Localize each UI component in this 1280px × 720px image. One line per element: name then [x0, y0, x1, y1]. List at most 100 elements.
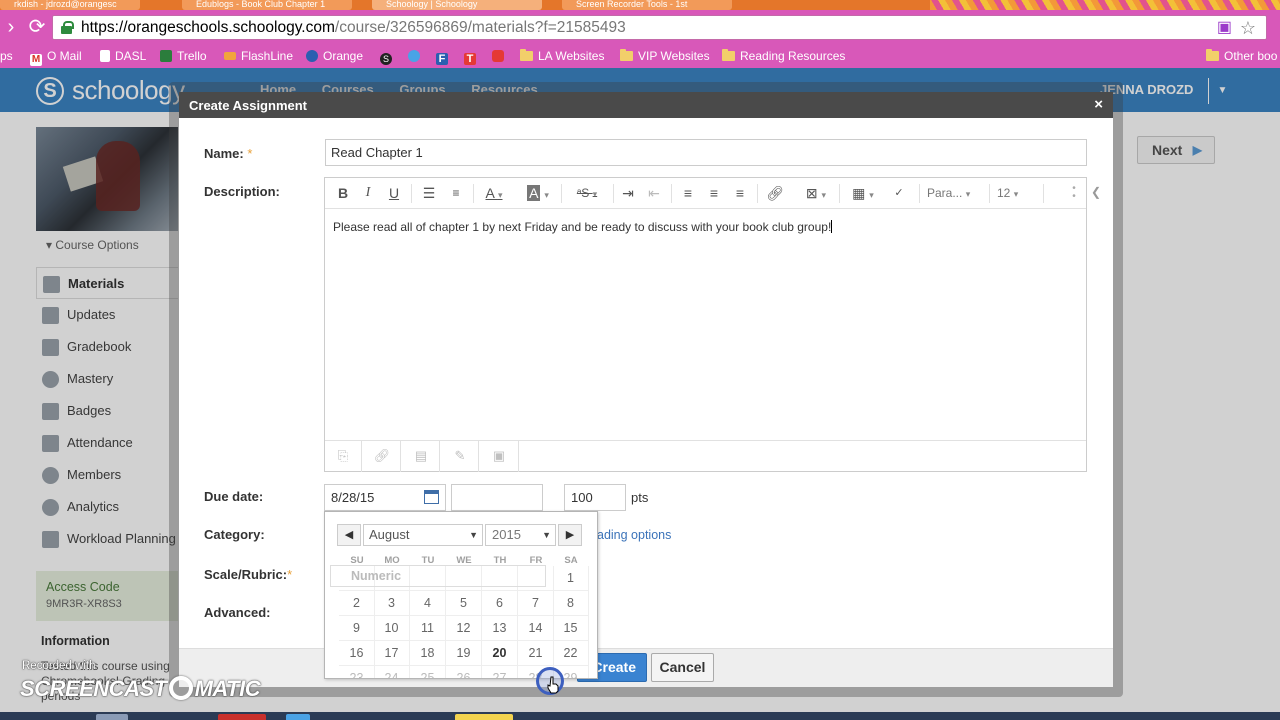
- insert-media-icon[interactable]: ⊠ ▾: [799, 185, 833, 201]
- assignment-name-input[interactable]: [325, 139, 1087, 166]
- prev-month-button[interactable]: ◀: [337, 524, 361, 546]
- table-icon[interactable]: ▦ ▾: [847, 185, 879, 201]
- bookmark-folder-other[interactable]: Other boo: [1206, 48, 1277, 64]
- outdent-icon[interactable]: ⇤: [645, 185, 663, 201]
- bookmark-facebook[interactable]: F: [436, 48, 453, 65]
- bookmark-t[interactable]: T: [464, 48, 481, 65]
- bookmark-orange[interactable]: Orange: [306, 48, 363, 64]
- calendar-day[interactable]: 25: [410, 666, 446, 678]
- calendar-day[interactable]: 16: [339, 641, 375, 666]
- grading-options-link[interactable]: ading options: [597, 528, 671, 542]
- due-time-input[interactable]: [451, 484, 543, 511]
- more-icon[interactable]: • •: [1069, 184, 1079, 202]
- collapse-arrow-icon[interactable]: ❮: [1091, 185, 1101, 199]
- calendar-day[interactable]: 4: [410, 591, 446, 616]
- calendar-day[interactable]: 2: [339, 591, 375, 616]
- calendar-day[interactable]: 6: [482, 591, 518, 616]
- font-color-icon[interactable]: A ▾: [481, 185, 507, 201]
- calendar-day[interactable]: 14: [518, 616, 554, 641]
- calendar-day[interactable]: 12: [446, 616, 482, 641]
- strikethrough-icon[interactable]: ᵃS ▾: [569, 185, 605, 201]
- gmail-icon: M: [30, 54, 42, 66]
- extension-icon[interactable]: ▣: [1217, 19, 1232, 37]
- calendar-day[interactable]: 27: [482, 666, 518, 678]
- highlight-color-icon[interactable]: A ▾: [525, 185, 551, 201]
- toolbar-divider: [518, 441, 519, 472]
- bookmark-schoology[interactable]: S: [380, 48, 397, 65]
- calendar-day[interactable]: 24: [374, 666, 410, 678]
- attach-link-icon[interactable]: 🔗︎: [373, 448, 391, 464]
- calendar-day[interactable]: 10: [374, 616, 410, 641]
- toolbar-divider: [478, 441, 479, 472]
- attach-resource-icon[interactable]: ▤: [412, 448, 430, 464]
- italic-button[interactable]: I: [361, 185, 375, 201]
- calendar-day[interactable]: 13: [482, 616, 518, 641]
- font-size-select[interactable]: 12 ▾: [997, 185, 1027, 201]
- calendar-day[interactable]: 8: [553, 591, 589, 616]
- taskbar-item[interactable]: [286, 714, 310, 720]
- bookmark-youtube[interactable]: [492, 48, 509, 64]
- calendar-day[interactable]: 7: [518, 591, 554, 616]
- attach-external-icon[interactable]: ▣: [490, 448, 508, 464]
- calendar-day[interactable]: 11: [410, 616, 446, 641]
- bookmark-flashline[interactable]: FlashLine: [224, 48, 293, 64]
- bullet-list-icon[interactable]: ☰: [420, 185, 438, 201]
- align-left-icon[interactable]: ≡: [679, 185, 697, 201]
- browser-tab[interactable]: Screen Recorder Tools - 1st: [562, 0, 732, 10]
- underline-button[interactable]: U: [387, 185, 401, 201]
- scale-select[interactable]: Numeric: [330, 565, 546, 587]
- attach-tool-icon[interactable]: ✎: [451, 448, 469, 464]
- calendar-day[interactable]: 22: [553, 641, 589, 666]
- link-icon[interactable]: 🔗︎: [765, 185, 785, 201]
- bookmark-dasl[interactable]: DASL: [100, 48, 146, 64]
- calendar-day[interactable]: 15: [553, 616, 589, 641]
- taskbar-item[interactable]: [455, 714, 513, 720]
- toolbar-divider: [411, 184, 412, 203]
- calendar-day[interactable]: 1: [553, 566, 589, 591]
- trello-icon: [160, 50, 172, 62]
- calendar-day[interactable]: 21: [518, 641, 554, 666]
- calendar-day[interactable]: 3: [374, 591, 410, 616]
- bold-button[interactable]: B: [335, 185, 351, 201]
- year-select[interactable]: 2015 ▼: [485, 524, 556, 546]
- calendar-day[interactable]: 5: [446, 591, 482, 616]
- paragraph-format-select[interactable]: Para... ▾: [927, 185, 983, 201]
- browser-tab-active[interactable]: Schoology | Schoology: [372, 0, 542, 10]
- cancel-button[interactable]: Cancel: [651, 653, 714, 682]
- bookmark-trello[interactable]: Trello: [160, 48, 207, 64]
- close-icon[interactable]: ×: [1094, 96, 1103, 114]
- taskbar-item[interactable]: [218, 714, 266, 720]
- calendar-day[interactable]: 26: [446, 666, 482, 678]
- indent-icon[interactable]: ⇥: [619, 185, 637, 201]
- bookmark-twitter[interactable]: [408, 48, 425, 64]
- bookmark-folder-la[interactable]: LA Websites: [520, 48, 604, 64]
- browser-tab[interactable]: Edublogs - Book Club Chapter 1: [182, 0, 352, 10]
- description-editor[interactable]: B I U ☰ ≡ A ▾ A ▾ ᵃS ▾ ⇥ ⇤ ≡ ≡ ≡ 🔗︎ ⊠ ▾ …: [324, 177, 1087, 472]
- bookmark-folder-vip[interactable]: VIP Websites: [620, 48, 710, 64]
- taskbar-item[interactable]: [96, 714, 128, 720]
- calendar-day[interactable]: 23: [339, 666, 375, 678]
- calendar-day[interactable]: 9: [339, 616, 375, 641]
- attach-file-icon[interactable]: ⎘: [334, 448, 352, 464]
- description-text[interactable]: Please read all of chapter 1 by next Fri…: [333, 219, 1078, 235]
- next-month-button[interactable]: ▶: [558, 524, 582, 546]
- bookmark-folder-reading[interactable]: Reading Resources: [722, 48, 845, 64]
- browser-tab[interactable]: rkdish - jdrozd@orangesc: [0, 0, 140, 10]
- spellcheck-icon[interactable]: ✓: [889, 185, 909, 201]
- calendar-icon[interactable]: [424, 490, 439, 504]
- reload-icon[interactable]: ⟳: [26, 16, 48, 38]
- bookmark-apps[interactable]: ps: [0, 48, 13, 64]
- month-select[interactable]: August ▼: [363, 524, 483, 546]
- numbered-list-icon[interactable]: ≡: [447, 185, 465, 201]
- bookmark-mail[interactable]: MO Mail: [30, 48, 82, 66]
- calendar-day[interactable]: 20: [482, 641, 518, 666]
- address-bar[interactable]: https://orangeschools.schoology.com/cour…: [52, 15, 1267, 40]
- calendar-day[interactable]: 17: [374, 641, 410, 666]
- calendar-day[interactable]: 19: [446, 641, 482, 666]
- align-right-icon[interactable]: ≡: [731, 185, 749, 201]
- calendar-day[interactable]: 18: [410, 641, 446, 666]
- points-input[interactable]: [564, 484, 626, 511]
- bookmark-star-icon[interactable]: ☆: [1240, 18, 1256, 38]
- align-center-icon[interactable]: ≡: [705, 185, 723, 201]
- forward-icon[interactable]: ›: [0, 16, 22, 38]
